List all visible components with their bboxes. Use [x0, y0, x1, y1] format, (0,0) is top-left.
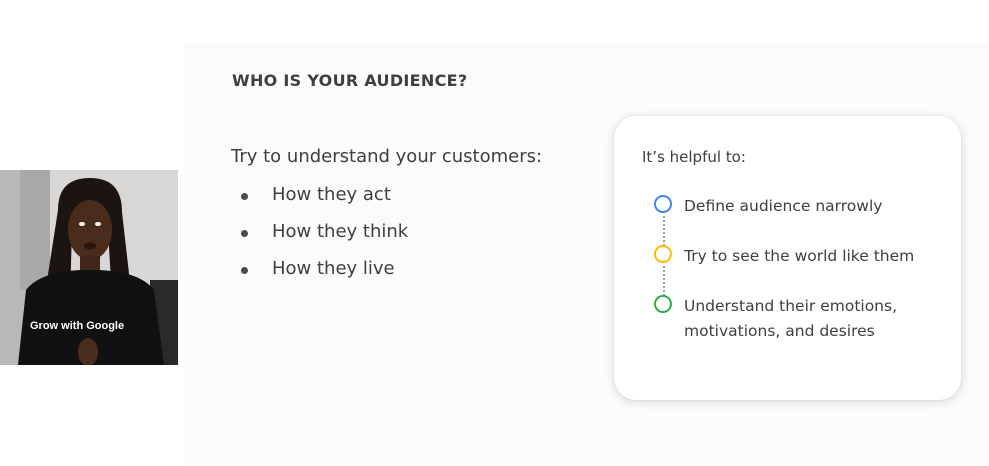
- intro-text: Try to understand your customers:: [231, 146, 543, 167]
- step-label: Understand their emotions, motivations, …: [684, 294, 897, 344]
- shirt-logo: Grow with Google: [30, 320, 125, 332]
- step-connector: [663, 266, 665, 296]
- card-heading: It’s helpful to:: [642, 148, 746, 166]
- step-line: motivations, and desires: [684, 322, 875, 340]
- circle-icon: [654, 195, 672, 213]
- slide-title: WHO IS YOUR AUDIENCE?: [232, 71, 468, 90]
- step-line: Understand their emotions,: [684, 297, 898, 315]
- bullet-dot-icon: [241, 267, 248, 274]
- step-connector: [663, 216, 665, 246]
- presenter-video: Grow with Google: [0, 170, 178, 365]
- tips-card: It’s helpful to: Define audience narrowl…: [614, 116, 961, 400]
- step-label: Try to see the world like them: [684, 244, 914, 269]
- step-line: Try to see the world like them: [684, 247, 915, 265]
- circle-icon: [654, 295, 672, 313]
- bullet-text: How they think: [272, 221, 409, 242]
- bullet-dot-icon: [241, 193, 248, 200]
- presenter-image: [0, 170, 178, 365]
- step-line: Define audience narrowly: [684, 197, 883, 215]
- step-label: Define audience narrowly: [684, 194, 882, 219]
- circle-icon: [654, 245, 672, 263]
- bullet-text: How they live: [272, 258, 395, 279]
- bullet-text: How they act: [272, 184, 391, 205]
- bullet-dot-icon: [241, 230, 248, 237]
